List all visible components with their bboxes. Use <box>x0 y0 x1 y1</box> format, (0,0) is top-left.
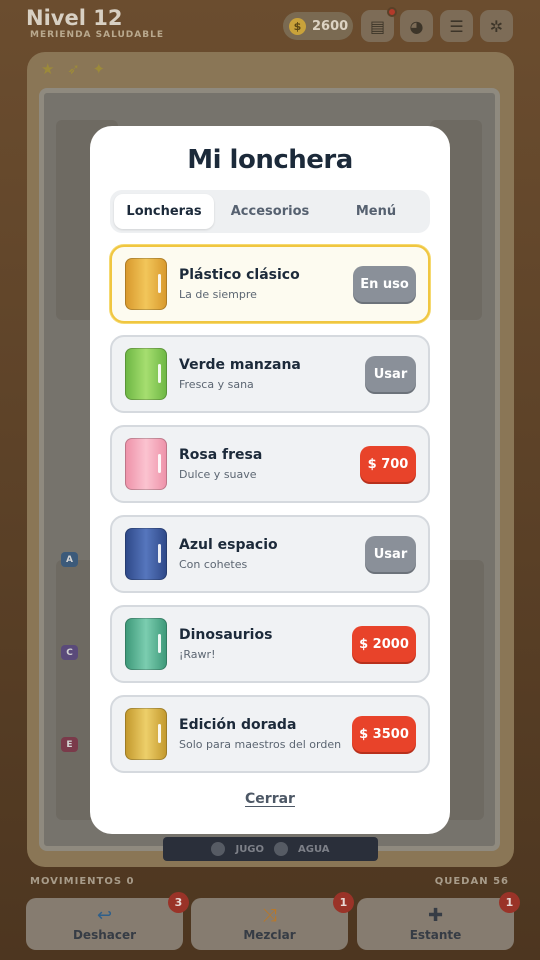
buy-button[interactable]: $ 700 <box>360 446 416 482</box>
lunchbox-icon <box>125 438 167 490</box>
level-subtitle: MERIENDA SALUDABLE <box>30 30 164 40</box>
lunchbox-name: Dinosaurios <box>179 627 273 643</box>
level-stars: ★ ➶ ✦ <box>41 60 110 78</box>
shelf-tag: A <box>61 552 78 567</box>
use-button[interactable]: Usar <box>365 536 416 572</box>
notification-dot <box>387 7 397 17</box>
juice-dot-icon <box>211 842 226 856</box>
coin-icon: $ <box>289 17 306 35</box>
lunchbox-desc: Solo para maestros del orden <box>179 738 342 751</box>
undo-label: Deshacer <box>72 928 137 942</box>
level-title: Nivel 12 <box>26 6 123 30</box>
lunchbox-card[interactable]: Edición dorada Solo para maestros del or… <box>110 695 430 773</box>
gear-icon: ✲ <box>489 16 504 36</box>
lunchbox-card[interactable]: Rosa fresa Dulce y suave $ 700 <box>110 425 430 503</box>
shuffle-label: Mezclar <box>243 928 296 942</box>
settings-button[interactable]: ✲ <box>480 10 513 42</box>
shuffle-button[interactable]: ⤨ Mezclar 1 <box>191 892 354 950</box>
tab-menu[interactable]: Menú <box>326 194 426 229</box>
buy-button[interactable]: $ 3500 <box>352 716 416 752</box>
lunchbox-card[interactable]: Dinosaurios ¡Rawr! $ 2000 <box>110 605 430 683</box>
clipboard-icon: ▤ <box>369 16 386 36</box>
cart-icon: ☰ <box>449 16 464 36</box>
cart-button[interactable]: ☰ <box>440 10 473 42</box>
modal-title: Mi lonchera <box>187 145 353 175</box>
shelf-badge: 1 <box>499 892 520 913</box>
lunchbox-icon <box>125 528 167 580</box>
liquid-legend: JUGO AGUA <box>163 837 378 861</box>
lunchbox-name: Azul espacio <box>179 537 278 553</box>
lunchbox-name: Verde manzana <box>179 357 301 373</box>
lunchbox-desc: Fresca y sana <box>179 378 254 391</box>
shuffle-badge: 1 <box>333 892 354 913</box>
lunchbox-desc: ¡Rawr! <box>179 648 216 661</box>
use-button[interactable]: Usar <box>365 356 416 392</box>
lunchbox-desc: Con cohetes <box>179 558 248 571</box>
tab-lunchboxes[interactable]: Loncheras <box>114 194 214 229</box>
palette-icon: ◕ <box>409 16 424 36</box>
undo-badge: 3 <box>168 892 189 913</box>
tab-accessories[interactable]: Accesorios <box>220 194 320 229</box>
water-dot-icon <box>274 842 289 856</box>
buy-button[interactable]: $ 2000 <box>352 626 416 662</box>
lunchbox-icon <box>125 258 167 310</box>
lunchbox-icon <box>125 618 167 670</box>
close-button[interactable]: Cerrar <box>0 791 540 807</box>
shelf-tag: C <box>61 645 78 660</box>
undo-button[interactable]: ↩ Deshacer 3 <box>26 892 189 950</box>
clipboard-button[interactable]: ▤ <box>361 7 397 42</box>
lunchbox-desc: La de siempre <box>179 288 257 301</box>
lunchbox-icon <box>125 708 167 760</box>
in-use-button[interactable]: En uso <box>353 266 416 302</box>
modal-tabs: Loncheras Accesorios Menú <box>110 190 430 233</box>
shelf-label: Estante <box>409 928 462 942</box>
coin-amount: 2600 <box>312 18 349 34</box>
lunchbox-desc: Dulce y suave <box>179 468 257 481</box>
shuffle-icon: ⤨ <box>262 905 277 926</box>
top-bar: Nivel 12 MERIENDA SALUDABLE $ 2600 ▤ ◕ ☰… <box>0 0 540 50</box>
moves-counter: MOVIMIENTOS 0 <box>30 876 135 887</box>
lunchbox-card[interactable]: Verde manzana Fresca y sana Usar <box>110 335 430 413</box>
shelf-button[interactable]: ✚ Estante 1 <box>357 892 520 950</box>
coin-counter: $ 2600 <box>283 12 353 40</box>
plus-icon: ✚ <box>427 905 444 926</box>
lunchbox-card[interactable]: Azul espacio Con cohetes Usar <box>110 515 430 593</box>
lunchbox-name: Rosa fresa <box>179 447 263 463</box>
lunchbox-card[interactable]: Plástico clásico La de siempre En uso <box>110 245 430 323</box>
palette-button[interactable]: ◕ <box>400 10 433 42</box>
undo-icon: ↩ <box>96 905 113 926</box>
lunchbox-name: Edición dorada <box>179 717 297 733</box>
lunchbox-icon <box>125 348 167 400</box>
legend-juice: JUGO <box>235 843 265 855</box>
lunchbox-name: Plástico clásico <box>179 267 300 283</box>
shelf-tag: E <box>61 737 78 752</box>
legend-water: AGUA <box>298 843 330 855</box>
remaining-counter: QUEDAN 56 <box>434 876 509 887</box>
